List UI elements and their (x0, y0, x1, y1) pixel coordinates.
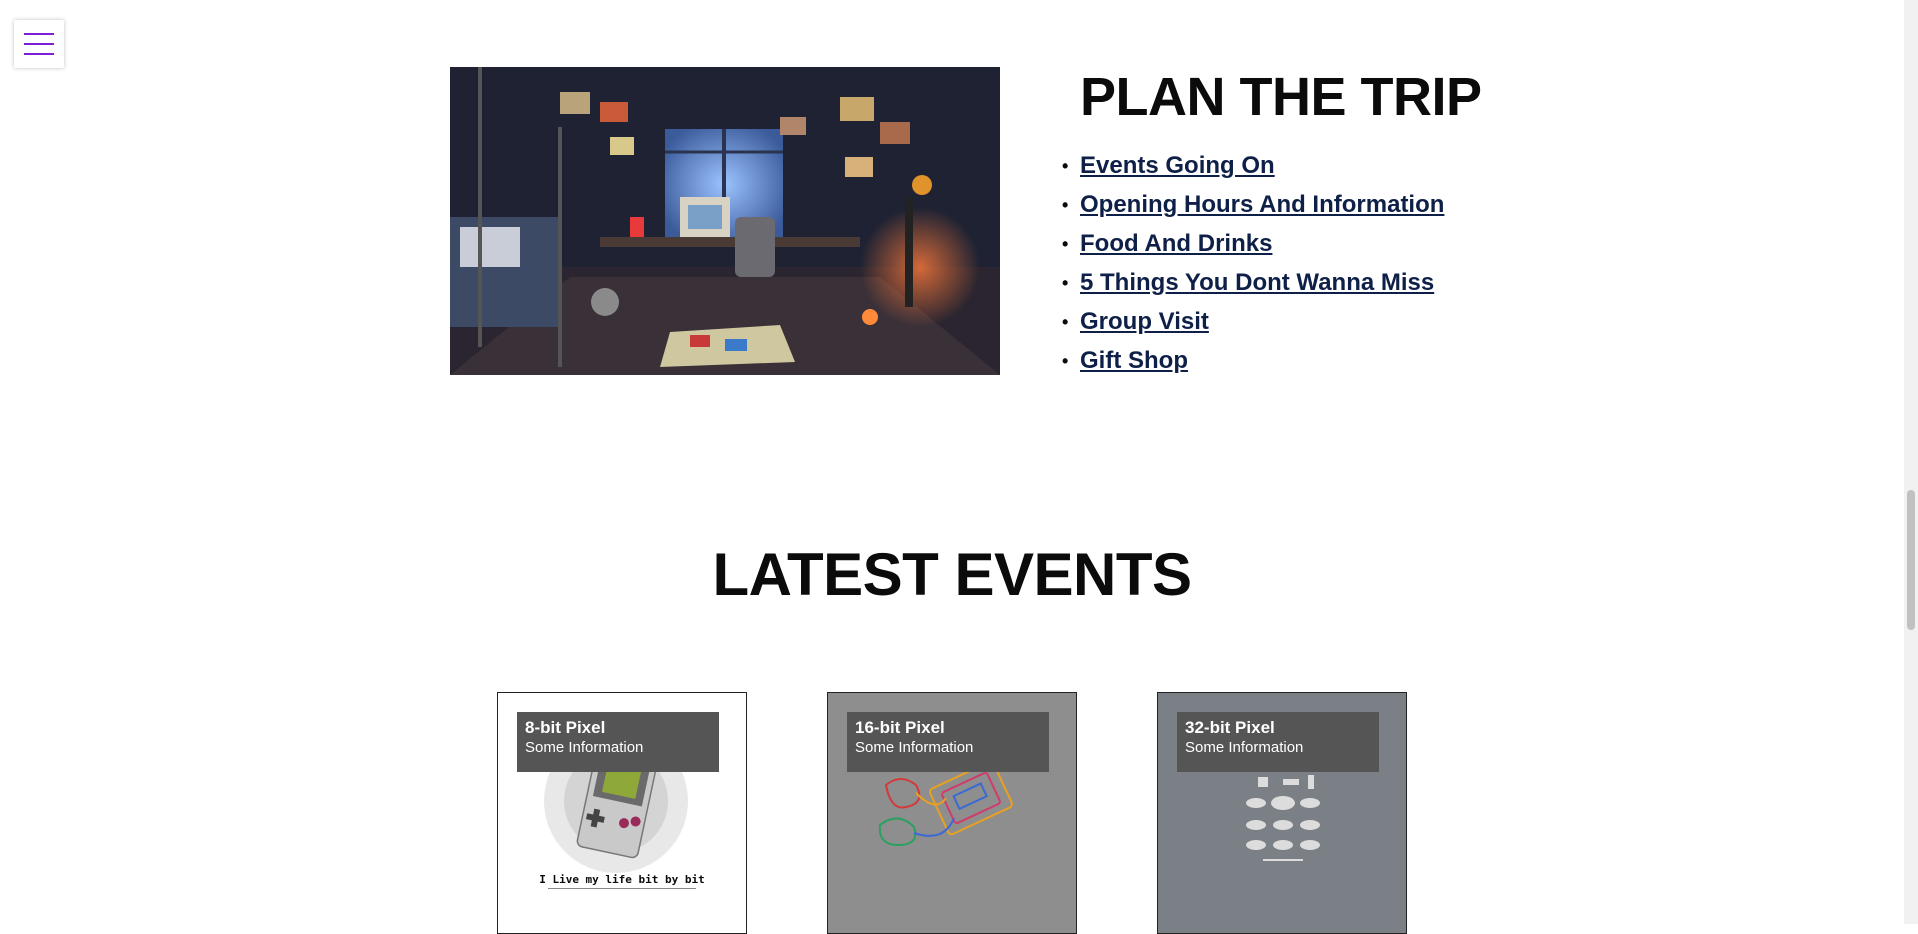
list-item: Food And Drinks (1062, 226, 1444, 265)
decorative-line (548, 888, 696, 889)
card-subtitle: Some Information (855, 739, 974, 756)
card-caption: 32-bit Pixel Some Information (1177, 712, 1379, 772)
hamburger-icon-line (24, 33, 54, 35)
card-image-text: I Live my life bit by bit (539, 873, 705, 886)
link-gift-shop[interactable]: Gift Shop (1080, 347, 1188, 374)
card-subtitle: Some Information (1185, 739, 1304, 756)
gaming-room-photo (450, 67, 1000, 375)
card-caption: 16-bit Pixel Some Information (847, 712, 1049, 772)
list-item: Gift Shop (1062, 343, 1444, 382)
list-item: 5 Things You Dont Wanna Miss (1062, 265, 1444, 304)
link-opening-hours[interactable]: Opening Hours And Information (1080, 191, 1444, 218)
event-card-8bit[interactable]: I Live my life bit by bit 8-bit Pixel So… (497, 692, 747, 934)
card-title: 16-bit Pixel (855, 718, 945, 737)
hamburger-icon-line (24, 53, 54, 55)
event-card-32bit[interactable]: 32-bit Pixel Some Information (1157, 692, 1407, 934)
card-title: 32-bit Pixel (1185, 718, 1275, 737)
scrollbar-thumb[interactable] (1907, 490, 1915, 630)
page-scrollbar[interactable] (1904, 0, 1918, 924)
card-title: 8-bit Pixel (525, 718, 606, 737)
link-events-going-on[interactable]: Events Going On (1080, 152, 1275, 179)
list-item: Events Going On (1062, 148, 1444, 187)
event-card-16bit[interactable]: 16-bit Pixel Some Information (827, 692, 1077, 934)
hamburger-icon-line (24, 43, 54, 45)
list-item: Group Visit (1062, 304, 1444, 343)
menu-button[interactable] (14, 20, 64, 68)
latest-events-heading: LATEST EVENTS (712, 541, 1192, 608)
list-item: Opening Hours And Information (1062, 187, 1444, 226)
link-five-things[interactable]: 5 Things You Dont Wanna Miss (1080, 269, 1434, 296)
card-caption: 8-bit Pixel Some Information (517, 712, 719, 772)
link-food-drinks[interactable]: Food And Drinks (1080, 230, 1272, 257)
plan-trip-links: Events Going On Opening Hours And Inform… (1062, 148, 1444, 382)
plan-trip-heading: PLAN THE TRIP (1080, 67, 1482, 127)
card-subtitle: Some Information (525, 739, 644, 756)
link-group-visit[interactable]: Group Visit (1080, 308, 1209, 335)
